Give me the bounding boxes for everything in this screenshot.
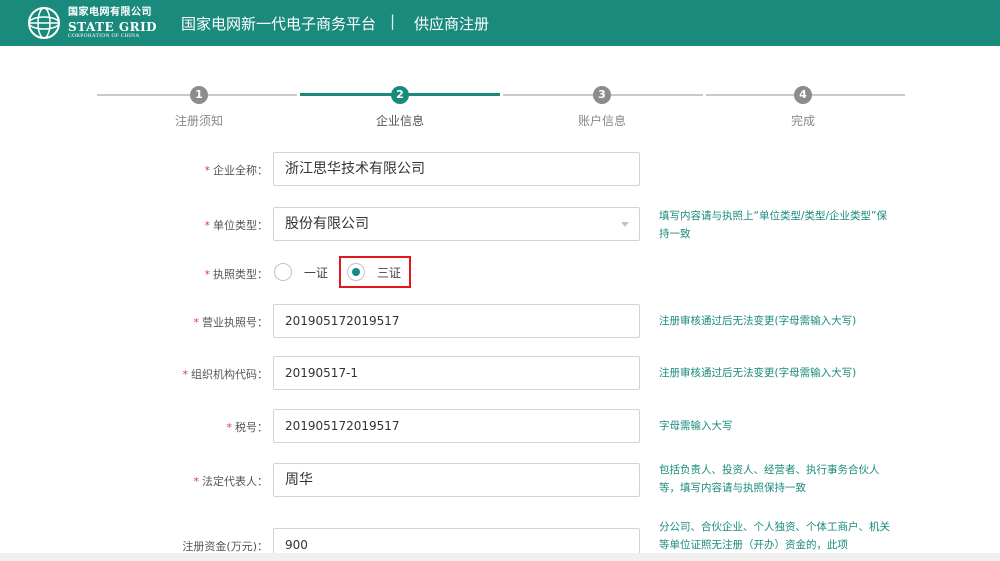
step-1-number: 1 [190,86,208,104]
org-code-label: * 组织机构代码： [182,368,269,381]
license-one-radio[interactable] [274,263,292,281]
legal-rep-input[interactable]: 周华 [273,463,640,497]
legal-rep-label: * 法定代表人： [193,475,269,488]
step-4-label: 完成 [790,114,815,128]
step-4-number: 4 [794,86,812,104]
title-separator: | [390,12,396,30]
step-1-label: 注册须知 [174,114,223,128]
required-mark: * [204,268,211,281]
step-3-number: 3 [593,86,611,104]
org-code-input[interactable]: 20190517-1 [273,356,640,390]
unit-type-hint: 填写内容请与执照上“单位类型/类型/企业类型”保持一致 [659,210,887,240]
required-mark: * [204,164,211,177]
top-header: 国家电网有限公司 STATE GRID CORPORATION OF CHINA… [0,0,1000,46]
license-type-label: * 执照类型： [204,268,269,281]
step-3-label: 账户信息 [577,114,626,128]
step-2-label: 企业信息 [375,114,424,128]
capital-hint: 分公司、合伙企业、个人独资、个体工商户、机关等单位证照无注册（开办）资金的，此项 [659,521,890,551]
site-title: 国家电网新一代电子商务平台 [181,15,377,33]
logo-en: STATE GRID [68,20,158,34]
state-grid-logo-icon [28,7,60,39]
business-license-input[interactable]: 201905172019517 [273,304,640,338]
unit-type-select[interactable]: 股份有限公司 [273,207,640,241]
tax-no-input[interactable]: 201905172019517 [273,409,640,443]
required-mark: * [226,421,233,434]
required-mark: * [204,219,211,232]
step-2-number: 2 [391,86,409,104]
logo-text: 国家电网有限公司 STATE GRID CORPORATION OF CHINA [68,8,157,40]
company-name-label: * 企业全称： [204,164,269,177]
company-name-input[interactable]: 浙江思华技术有限公司 [273,152,640,186]
license-one-label[interactable]: 一证 [304,264,328,281]
business-license-hint: 注册审核通过后无法变更(字母需输入大写) [659,315,857,327]
logo-cn: 国家电网有限公司 [68,7,152,18]
org-code-hint: 注册审核通过后无法变更(字母需输入大写) [659,367,857,379]
business-license-label: * 营业执照号： [193,316,269,329]
legal-rep-hint: 包括负责人、投资人、经营者、执行事务合伙人等，填写内容请与执照保持一致 [659,464,880,494]
tax-no-hint: 字母需输入大写 [659,420,733,432]
dropdown-arrow-icon [621,222,629,227]
page-title: 供应商注册 [414,15,490,33]
bottom-edge [0,553,1000,561]
unit-type-label: * 单位类型： [204,219,269,232]
progress-steps: 1 2 3 4 注册须知 企业信息 账户信息 完成 [97,86,905,136]
required-mark: * [193,475,200,488]
required-mark: * [182,368,189,381]
capital-label: 注册资金(万元)： [182,540,268,553]
required-mark: * [193,316,200,329]
tax-no-label: * 税号： [226,421,269,434]
logo-corp: CORPORATION OF CHINA [68,33,140,39]
highlight-annotation-box [339,256,411,288]
unit-type-value: 股份有限公司 [285,216,369,232]
